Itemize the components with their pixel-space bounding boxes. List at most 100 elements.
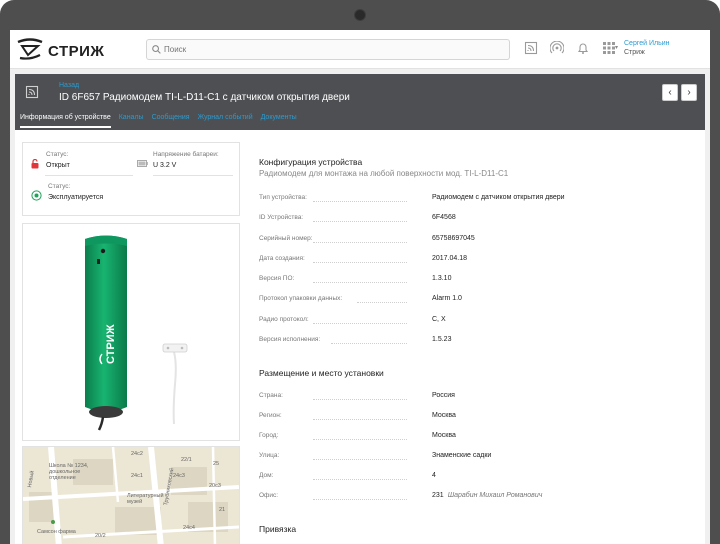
location-row: Страна: Россия	[259, 392, 689, 404]
operation-value: Эксплуатируется	[48, 194, 104, 201]
config-row: Версия исполнения: 1.5.23	[259, 336, 689, 348]
map-label: Самсон фарма	[37, 529, 76, 535]
pager: ‹ ›	[662, 84, 697, 101]
row-value: Радиомодем с датчиком открытия двери	[432, 194, 565, 201]
row-value: 1.3.10	[432, 275, 452, 282]
row-value: 6F4568	[432, 214, 456, 221]
search-icon	[152, 45, 161, 54]
device-image: СТРИЖ	[85, 235, 188, 431]
row-value: Москва	[432, 432, 456, 439]
device-list-icon[interactable]	[524, 41, 538, 55]
location-row: Улица: Знаменские садки	[259, 452, 689, 464]
config-subtitle: Радиомодем для монтажа на любой поверхно…	[259, 169, 509, 178]
apps-grid-icon[interactable]	[602, 41, 616, 55]
tab-documents[interactable]: Документы	[261, 114, 297, 128]
row-value: 4	[432, 472, 436, 479]
page-title: ID 6F657 Радиомодем TI-L-D11-C1 с датчик…	[59, 92, 350, 103]
row-label: Протокол упаковки данных:	[259, 295, 343, 302]
config-row: Дата создания: 2017.04.18	[259, 255, 689, 267]
row-value: 2017.04.18	[432, 255, 468, 262]
map-label: 21	[219, 507, 226, 513]
config-row: Тип устройства: Радиомодем с датчиком отк…	[259, 194, 689, 206]
divider	[153, 175, 233, 176]
location-row: Офис: 231 Шарабин Михаил Романович	[259, 492, 689, 504]
user-name: Сергей Ильин	[624, 40, 670, 47]
map-label: 24с3	[173, 473, 185, 479]
row-label: Радио протокол:	[259, 316, 309, 323]
config-row: ID Устройства: 6F4568	[259, 214, 689, 226]
row-value: Россия	[432, 392, 455, 399]
operation-status: Статус: Эксплуатируется	[31, 183, 103, 201]
row-value: 1.5.23	[432, 336, 452, 343]
search-input[interactable]	[161, 45, 494, 54]
location-row: Город: Москва	[259, 432, 689, 444]
tab-device-info[interactable]: Информация об устройстве	[20, 114, 111, 128]
unlock-icon	[31, 156, 39, 174]
row-value: 65758697045	[432, 235, 475, 242]
app-logo[interactable]: СТРИЖ	[16, 38, 104, 65]
row-value: Москва	[432, 412, 456, 419]
battery-label: Напряжение батареи:	[153, 151, 219, 158]
top-bar: СТРИЖ Поиск ▾ Сергей Ильин Стриж	[10, 30, 710, 69]
row-value: Знаменские садки	[432, 452, 492, 459]
map-label: 24с2	[131, 451, 143, 457]
lock-status: Статус: Открыт	[31, 151, 70, 169]
location-row: Регион: Москва	[259, 412, 689, 424]
device-photo: СТРИЖ	[22, 223, 240, 441]
device-header: Назад ID 6F657 Радиомодем TI-L-D11-C1 с …	[15, 74, 705, 130]
next-button[interactable]: ›	[681, 84, 697, 101]
row-value: C, X	[432, 316, 446, 323]
radio-signal-icon[interactable]	[549, 40, 565, 55]
row-value: 231	[432, 492, 444, 499]
row-label: Дом:	[259, 472, 274, 479]
binding-title: Привязка	[259, 524, 297, 534]
row-label: ID Устройства:	[259, 214, 304, 221]
map-label: 20с3	[209, 483, 221, 489]
tab-event-log[interactable]: Журнал событий	[198, 114, 253, 128]
chevron-left-icon: ‹	[668, 87, 672, 98]
divider	[45, 175, 133, 176]
config-title: Конфигурация устройства	[259, 157, 363, 167]
row-label: Город:	[259, 432, 279, 439]
map-label: 24с1	[131, 473, 143, 479]
user-org: Стриж	[624, 49, 645, 56]
tab-messages[interactable]: Сообщения	[152, 114, 190, 128]
top-icons	[524, 40, 616, 55]
chevron-down-icon: ▾	[615, 45, 619, 51]
bell-icon[interactable]	[576, 41, 590, 55]
map-label: 25	[213, 461, 220, 467]
status-label: Статус:	[46, 151, 69, 158]
search-box[interactable]	[146, 39, 510, 60]
location-row: Дом: 4	[259, 472, 689, 484]
logo-icon	[16, 38, 44, 65]
logo-text: СТРИЖ	[48, 43, 105, 60]
row-value: Alarm 1.0	[432, 295, 462, 302]
device-logo-text: СТРИЖ	[105, 324, 117, 364]
location-map[interactable]: Новый Школа № 1234, дошкольное отделение…	[22, 446, 240, 544]
map-label: Литературный музей	[127, 493, 164, 505]
config-row: Радио протокол: C, X	[259, 316, 689, 328]
device-bezel: СТРИЖ Поиск ▾ Сергей Ильин Стриж Назад I…	[0, 0, 720, 544]
map-label: 24с4	[183, 525, 195, 531]
config-row: Версия ПО: 1.3.10	[259, 275, 689, 287]
battery-value: U 3.2 V	[153, 162, 177, 169]
map-label: Школа № 1234, дошкольное отделение	[49, 463, 89, 481]
row-label: Версия ПО:	[259, 275, 295, 282]
status-ok-icon	[31, 188, 42, 206]
back-link[interactable]: Назад	[59, 82, 79, 89]
config-row: Протокол упаковки данных: Alarm 1.0	[259, 295, 689, 307]
device-type-icon	[25, 85, 39, 104]
prev-button[interactable]: ‹	[662, 84, 678, 101]
row-label: Версия исполнения:	[259, 336, 321, 343]
app-screen: СТРИЖ Поиск ▾ Сергей Ильин Стриж Назад I…	[10, 30, 710, 544]
user-menu[interactable]: ▾ Сергей Ильин Стриж	[615, 39, 670, 57]
map-label: 20/2	[95, 533, 106, 539]
tab-channels[interactable]: Каналы	[119, 114, 144, 128]
row-note: Шарабин Михаил Романович	[447, 492, 543, 499]
row-label: Регион:	[259, 412, 282, 419]
config-row: Серийный номер: 65758697045	[259, 235, 689, 247]
row-label: Серийный номер:	[259, 235, 313, 242]
operation-label: Статус:	[48, 183, 71, 190]
row-label: Офис:	[259, 492, 279, 499]
map-label: 22/1	[181, 457, 192, 463]
